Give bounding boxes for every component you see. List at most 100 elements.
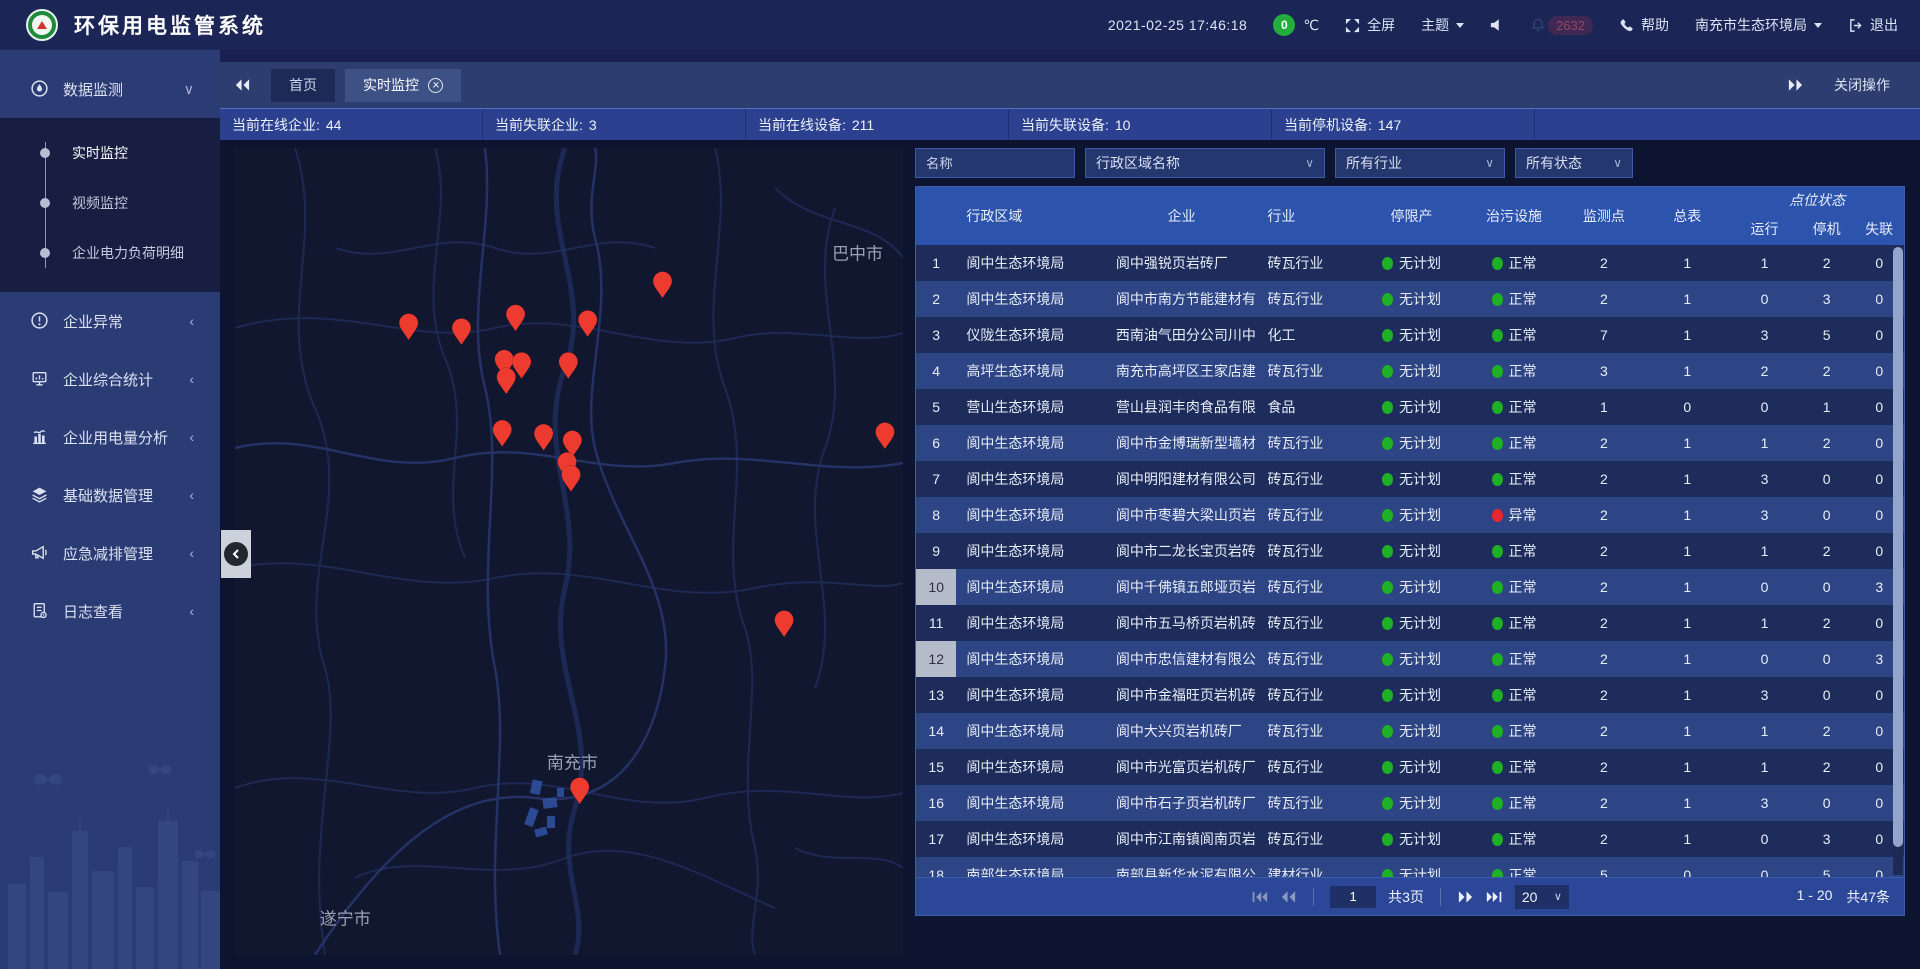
table-row[interactable]: 9 阆中生态环境局 阆中市二龙长宝页岩砖 砖瓦行业 无计划 正常 2 1 1 2… [916,533,1904,569]
table-row[interactable]: 13 阆中生态环境局 阆中市金福旺页岩机砖 砖瓦行业 无计划 正常 2 1 3 … [916,677,1904,713]
table-header: 行政区域 企业 行业 停限产 治污设施 监测点 总表 点位状态 [916,187,1904,245]
theme-dropdown[interactable]: 主题 [1421,15,1464,35]
sidebar-item-3[interactable]: 企业用电量分析‹ [0,408,220,466]
table-row[interactable]: 14 阆中生态环境局 阆中大兴页岩机砖厂 砖瓦行业 无计划 正常 2 1 1 2… [916,713,1904,749]
page-number-input[interactable] [1330,886,1376,908]
table-row[interactable]: 15 阆中生态环境局 阆中市光富页岩机砖厂 砖瓦行业 无计划 正常 2 1 1 … [916,749,1904,785]
cell-running: 0 [1730,821,1799,857]
status-dot [1382,833,1393,846]
sidebar-subitem-1[interactable]: 视频监控 [0,178,220,228]
row-index: 17 [916,821,956,857]
sidebar-item-0[interactable]: 数据监测∨ [0,60,220,118]
table-row[interactable]: 10 阆中生态环境局 阆中千佛镇五郎垭页岩 砖瓦行业 无计划 正常 2 1 0 … [916,569,1904,605]
cell-limit-status: 无计划 [1358,857,1464,877]
tabs-scroll-right-button[interactable] [1787,78,1804,92]
organization-dropdown[interactable]: 南充市生态环境局 [1695,15,1822,35]
status-dot [1492,689,1503,702]
name-search-input[interactable] [915,148,1075,178]
row-index: 4 [916,353,956,389]
notifications-button[interactable]: 2632 [1530,16,1593,35]
sidebar-item-4[interactable]: 基础数据管理‹ [0,466,220,524]
table-row[interactable]: 16 阆中生态环境局 阆中市石子页岩机砖厂 砖瓦行业 无计划 正常 2 1 3 … [916,785,1904,821]
cell-region: 阆中生态环境局 [956,533,1106,569]
tabs-scroll-left-button[interactable] [234,78,251,92]
sidebar-item-5[interactable]: 应急减排管理‹ [0,524,220,582]
table-row[interactable]: 4 高坪生态环境局 南充市高坪区王家店建 砖瓦行业 无计划 正常 3 1 2 2… [916,353,1904,389]
next-page-icon [1457,890,1474,904]
enterprise-table-panel: 行政区域名称∨ 所有行业∨ 所有状态∨ [915,148,1905,916]
map[interactable]: 巴中市南充市遂宁市 [235,148,903,955]
sidebar-item-1[interactable]: 企业异常‹ [0,292,220,350]
datetime-display: 2021-02-25 17:46:18 [1108,17,1248,33]
status-metric-value: 211 [852,117,874,133]
mute-button[interactable] [1490,18,1504,32]
cell-company: 阆中市枣碧大梁山页岩 [1106,497,1258,533]
status-dot [1382,725,1393,738]
table-scrollbar[interactable] [1893,247,1903,875]
scrollbar-thumb[interactable] [1893,247,1903,847]
industry-select[interactable]: 所有行业∨ [1335,148,1505,178]
table-row[interactable]: 18 南部生态环境局 南部县新华水泥有限公 建材行业 无计划 正常 5 0 0 … [916,857,1904,877]
sidebar-subitem-2[interactable]: 企业电力负荷明细 [0,228,220,278]
sidebar-subitem-0[interactable]: 实时监控 [0,128,220,178]
cell-region: 阆中生态环境局 [956,641,1106,677]
last-page-button[interactable] [1486,890,1503,904]
region-select[interactable]: 行政区域名称∨ [1085,148,1325,178]
tab-close-icon[interactable] [428,78,443,93]
cell-industry: 砖瓦行业 [1257,605,1358,641]
cell-meters: 1 [1644,641,1730,677]
cell-industry: 砖瓦行业 [1257,569,1358,605]
tab-home[interactable]: 首页 [271,69,335,102]
page-size-select[interactable]: 20∨ [1515,885,1569,909]
cell-region: 阆中生态环境局 [956,713,1106,749]
table-row[interactable]: 6 阆中生态环境局 阆中市金博瑞新型墙材 砖瓦行业 无计划 正常 2 1 1 2… [916,425,1904,461]
cell-points: 3 [1564,353,1645,389]
status-metric: 当前在线企业: 44 [220,109,483,140]
previous-page-icon [1280,890,1297,904]
table-row[interactable]: 3 仪陇生态环境局 西南油气田分公司川中 化工 无计划 正常 7 1 3 5 0 [916,317,1904,353]
cell-region: 阆中生态环境局 [956,569,1106,605]
cell-company: 阆中千佛镇五郎垭页岩 [1106,569,1258,605]
logout-button[interactable]: 退出 [1848,15,1898,35]
cell-facility-status: 正常 [1465,353,1564,389]
table-body-scroll-area[interactable]: 1 阆中生态环境局 阆中强锐页岩砖厂 砖瓦行业 无计划 正常 2 1 1 2 0… [916,245,1904,877]
table-row[interactable]: 5 营山生态环境局 营山县润丰肉食品有限 食品 无计划 正常 1 0 0 1 0 [916,389,1904,425]
table-row[interactable]: 11 阆中生态环境局 阆中市五马桥页岩机砖 砖瓦行业 无计划 正常 2 1 1 … [916,605,1904,641]
first-page-button[interactable] [1251,890,1268,904]
status-dot [1492,545,1503,558]
col-header-stopped: 停机 [1799,213,1855,245]
cell-company: 阆中市光富页岩机砖厂 [1106,749,1258,785]
table-row[interactable]: 2 阆中生态环境局 阆中市南方节能建材有 砖瓦行业 无计划 正常 2 1 0 3… [916,281,1904,317]
table-row[interactable]: 7 阆中生态环境局 阆中明阳建材有限公司 砖瓦行业 无计划 正常 2 1 3 0… [916,461,1904,497]
workspace: 巴中市南充市遂宁市 行政区域名称∨ 所有行业 [220,140,1920,969]
cell-industry: 建材行业 [1257,857,1358,877]
status-select[interactable]: 所有状态∨ [1515,148,1633,178]
cell-facility-status: 正常 [1465,641,1564,677]
help-button[interactable]: 帮助 [1619,15,1669,35]
status-metric-label: 当前失联企业: [495,115,583,135]
status-dot [1492,797,1503,810]
sidebar-item-label: 企业异常 [63,311,123,332]
table-row[interactable]: 8 阆中生态环境局 阆中市枣碧大梁山页岩 砖瓦行业 无计划 异常 2 1 3 0… [916,497,1904,533]
chevron-down-icon [1456,23,1464,28]
cell-points: 2 [1564,713,1645,749]
next-page-button[interactable] [1457,890,1474,904]
table-row[interactable]: 17 阆中生态环境局 阆中市江南镇阆南页岩 砖瓦行业 无计划 正常 2 1 0 … [916,821,1904,857]
sidebar-item-label: 应急减排管理 [63,543,153,564]
cell-running: 3 [1730,785,1799,821]
map-collapse-button[interactable] [221,530,251,578]
table-row[interactable]: 1 阆中生态环境局 阆中强锐页岩砖厂 砖瓦行业 无计划 正常 2 1 1 2 0 [916,245,1904,281]
fullscreen-button[interactable]: 全屏 [1345,15,1395,35]
tab-realtime-monitoring[interactable]: 实时监控 [345,69,461,102]
close-operations-button[interactable]: 关闭操作 [1834,75,1890,95]
cell-industry: 砖瓦行业 [1257,461,1358,497]
chevron-collapsed-icon: ‹ [189,429,194,445]
previous-page-button[interactable] [1280,890,1297,904]
chevron-collapsed-icon: ‹ [189,487,194,503]
sidebar-subitem-label: 企业电力负荷明细 [72,243,184,263]
table-row[interactable]: 12 阆中生态环境局 阆中市忠信建材有限公 砖瓦行业 无计划 正常 2 1 0 … [916,641,1904,677]
sidebar-item-6[interactable]: 日志查看‹ [0,582,220,640]
cell-stopped: 1 [1799,389,1855,425]
record-range-summary: 1 - 20 共47条 [1797,887,1890,907]
sidebar-item-2[interactable]: 企业综合统计‹ [0,350,220,408]
